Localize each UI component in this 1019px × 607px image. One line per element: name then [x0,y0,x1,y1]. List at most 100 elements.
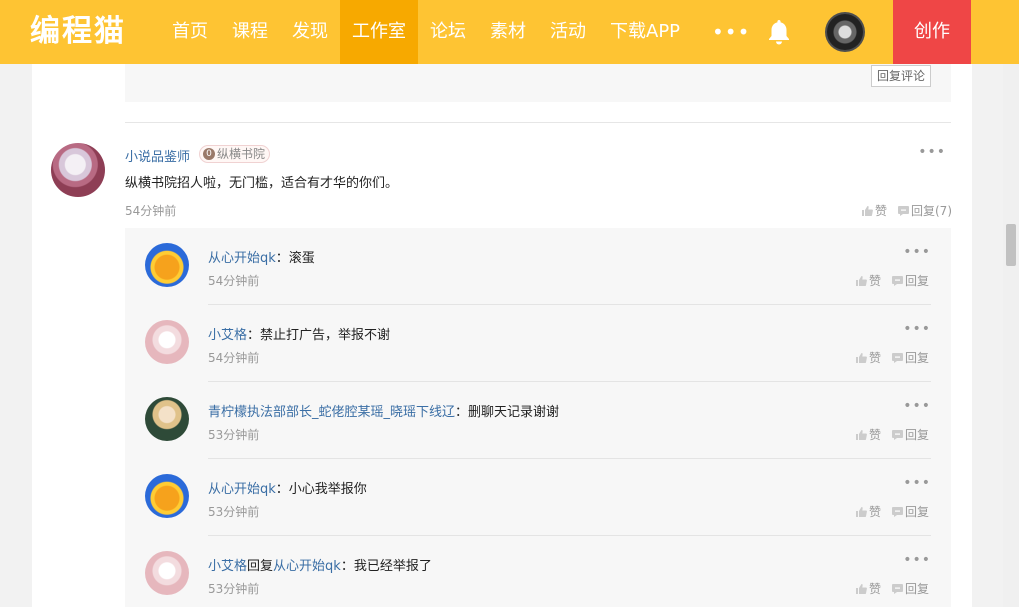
scrollbar-thumb[interactable] [1006,224,1016,266]
reply-author-name[interactable]: 从心开始qk [208,482,276,497]
reply-like-button[interactable]: 赞 [856,580,881,597]
reply-reply-button[interactable]: 回复 [892,580,929,597]
reply-item: 小艾格：禁止打广告，举报不谢 54分钟前 ••• 赞 回复 [125,305,951,382]
reply-line: 青柠檬执法部部长_蛇佬腔某瑶_晓瑶下线辽：删聊天记录谢谢 [208,401,559,420]
nav-studio[interactable]: 工作室 [340,0,418,64]
reply-like-button[interactable]: 赞 [856,426,881,443]
reply-item: 青柠檬执法部部长_蛇佬腔某瑶_晓瑶下线辽：删聊天记录谢谢 53分钟前 ••• 赞… [125,382,951,459]
nav-forum[interactable]: 论坛 [418,0,478,64]
bell-icon[interactable] [766,18,792,46]
reply-line: 从心开始qk：滚蛋 [208,247,315,266]
thumb-up-icon [856,276,867,286]
site-logo[interactable]: 编程猫 [30,14,126,50]
nav-discover[interactable]: 发现 [280,0,340,64]
speech-bubble-icon [892,507,903,517]
reply-reply-button[interactable]: 回复 [892,503,929,520]
top-navbar: 编程猫 首页 课程 发现 工作室 论坛 素材 活动 下载APP ••• 创作 [0,0,1019,64]
reply-item: 小艾格回复从心开始qk：我已经举报了 53分钟前 ••• 赞 回复 [125,536,951,607]
reply-item: 从心开始qk：滚蛋 54分钟前 ••• 赞 回复 [125,228,951,305]
speech-bubble-icon [892,584,903,594]
reply-text: ：禁止打广告，举报不谢 [247,328,391,343]
thumb-up-icon [856,507,867,517]
reply-like-label: 赞 [869,582,882,596]
reply-like-label: 赞 [869,428,882,442]
thumb-up-icon [856,584,867,594]
comment-like-button[interactable]: 赞 [862,202,887,219]
speech-bubble-icon [898,206,909,216]
reply-text: ：删聊天记录谢谢 [455,405,560,420]
reply-item: 从心开始qk：小心我举报你 53分钟前 ••• 赞 回复 [125,459,951,536]
reply-word: 回复 [247,559,274,574]
nav-home[interactable]: 首页 [160,0,220,64]
reply-author-name[interactable]: 青柠檬执法部部长_蛇佬腔某瑶_晓瑶下线辽 [208,405,455,420]
reply-time: 54分钟前 [208,351,260,365]
nav-courses[interactable]: 课程 [220,0,280,64]
nav-download-app[interactable]: 下载APP [598,0,692,64]
reply-target-name[interactable]: 从心开始qk [273,559,341,574]
thumb-up-icon [862,206,873,216]
reply-avatar[interactable] [145,397,189,441]
comment-author-avatar[interactable] [51,143,105,197]
reply-author-name[interactable]: 小艾格 [208,328,247,343]
reply-more-icon[interactable]: ••• [903,244,931,260]
comment-text: 纵横书院招人啦，无门槛，适合有才华的你们。 [125,176,399,191]
reply-time: 54分钟前 [208,274,260,288]
reply-reply-button[interactable]: 回复 [892,272,929,289]
comment-divider [125,122,951,123]
speech-bubble-icon [892,276,903,286]
nav-more-icon[interactable]: ••• [712,22,750,42]
reply-more-icon[interactable]: ••• [903,475,931,491]
reply-time: 53分钟前 [208,428,260,442]
nav-materials[interactable]: 素材 [478,0,538,64]
create-button[interactable]: 创作 [893,0,971,64]
previous-replies-box: 回复评论 [125,64,951,102]
thumb-up-icon [856,430,867,440]
reply-time: 53分钟前 [208,582,260,596]
reply-avatar[interactable] [145,474,189,518]
reply-author-name[interactable]: 小艾格 [208,559,247,574]
main-nav: 首页 课程 发现 工作室 论坛 素材 活动 下载APP [160,0,692,64]
reply-reply-label: 回复 [905,582,930,596]
reply-avatar[interactable] [145,551,189,595]
reply-avatar[interactable] [145,243,189,287]
comment-reply-label: 回复(7) [911,204,952,218]
user-avatar[interactable] [825,12,865,52]
replies-list: 从心开始qk：滚蛋 54分钟前 ••• 赞 回复 小艾格：禁止打广告，举报不谢 … [125,228,951,607]
reply-like-label: 赞 [869,351,882,365]
group-badge-label: 纵横书院 [217,147,266,161]
reply-line: 从心开始qk：小心我举报你 [208,478,367,497]
comment-like-label: 赞 [875,204,888,218]
reply-like-label: 赞 [869,505,882,519]
reply-text: ：小心我举报你 [275,482,367,497]
badge-level-icon: 0 [203,148,215,160]
reply-like-button[interactable]: 赞 [856,349,881,366]
reply-text: ：我已经举报了 [340,559,432,574]
reply-reply-button[interactable]: 回复 [892,349,929,366]
reply-line: 小艾格回复从心开始qk：我已经举报了 [208,555,432,574]
comment-more-icon[interactable]: ••• [918,144,946,160]
comment-reply-button[interactable]: 回复(7) [898,202,952,219]
reply-avatar[interactable] [145,320,189,364]
nav-activities[interactable]: 活动 [538,0,598,64]
reply-reply-label: 回复 [905,274,930,288]
reply-reply-label: 回复 [905,505,930,519]
reply-like-label: 赞 [869,274,882,288]
reply-reply-label: 回复 [905,428,930,442]
reply-like-button[interactable]: 赞 [856,503,881,520]
reply-reply-label: 回复 [905,351,930,365]
group-badge[interactable]: 0 纵横书院 [199,145,271,163]
thumb-up-icon [856,353,867,363]
reply-more-icon[interactable]: ••• [903,398,931,414]
reply-time: 53分钟前 [208,505,260,519]
comment-author-name[interactable]: 小说品鉴师 [125,146,190,165]
page-scrollbar[interactable] [1003,64,1019,607]
reply-comment-button[interactable]: 回复评论 [870,65,931,87]
reply-author-name[interactable]: 从心开始qk [208,251,276,266]
reply-more-icon[interactable]: ••• [903,321,931,337]
reply-reply-button[interactable]: 回复 [892,426,929,443]
reply-line: 小艾格：禁止打广告，举报不谢 [208,324,390,343]
comment-time: 54分钟前 [125,204,177,218]
reply-like-button[interactable]: 赞 [856,272,881,289]
reply-more-icon[interactable]: ••• [903,552,931,568]
speech-bubble-icon [892,353,903,363]
